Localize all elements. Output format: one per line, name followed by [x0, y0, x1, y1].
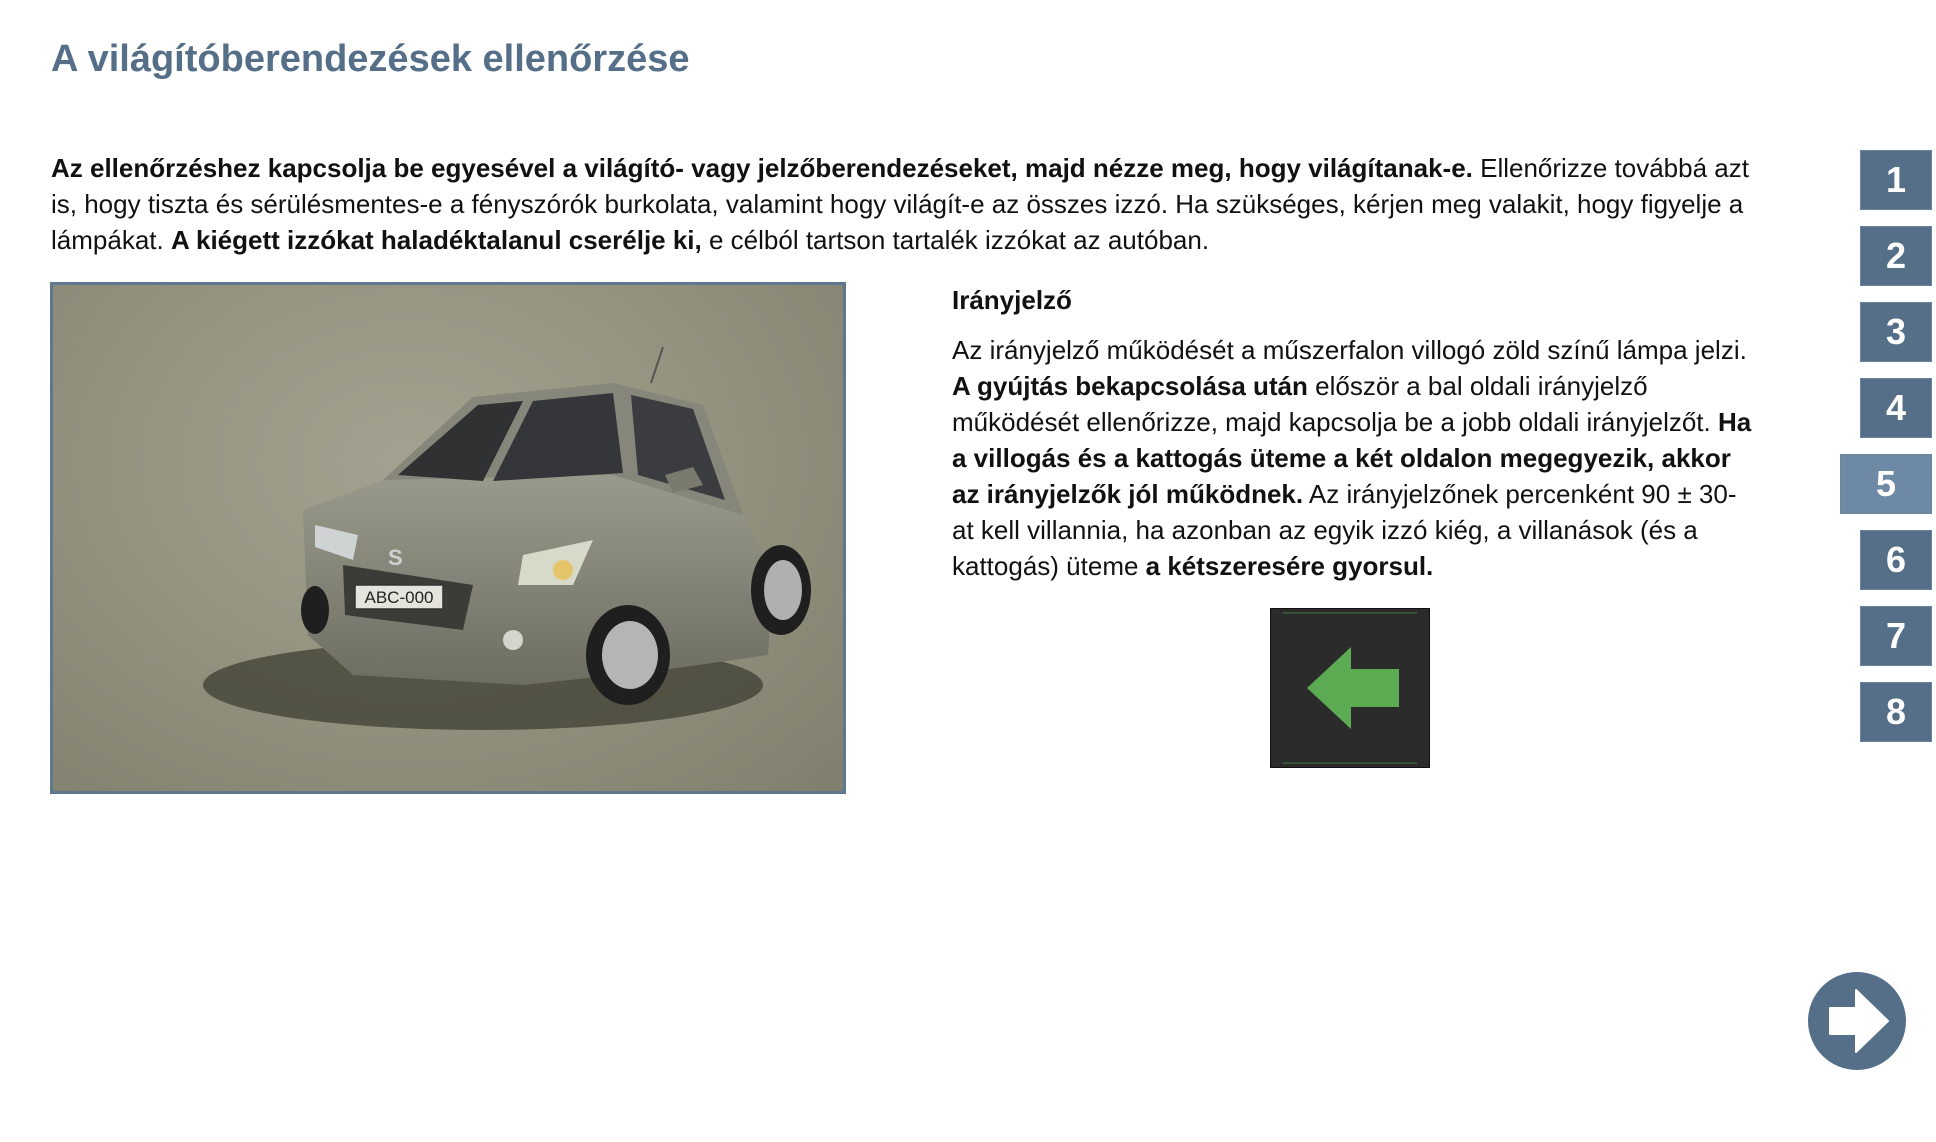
car-illustration: S ABC-000	[203, 346, 811, 730]
nav-item-3[interactable]: 3	[1860, 302, 1932, 362]
nav-item-4[interactable]: 4	[1860, 378, 1932, 438]
section-text: Az irányjelző működését a műszerfalon vi…	[952, 335, 1747, 365]
turn-signal-section: Irányjelző Az irányjelző működését a műs…	[952, 282, 1752, 584]
arrow-right-icon	[1829, 989, 1889, 1053]
page-title: A világítóberendezések ellenőrzése	[51, 38, 690, 80]
section-text: A gyújtás bekapcsolása után	[952, 371, 1308, 401]
nav-item-2[interactable]: 2	[1860, 226, 1932, 286]
license-plate-text: ABC-000	[365, 588, 434, 607]
next-button[interactable]	[1808, 972, 1906, 1070]
nav-item-5[interactable]: 5	[1840, 454, 1932, 514]
car-photo: S ABC-000	[50, 282, 846, 794]
turn-signal-left-arrow-icon	[1270, 608, 1430, 768]
nav-item-8[interactable]: 8	[1860, 682, 1932, 742]
nav-item-7[interactable]: 7	[1860, 606, 1932, 666]
section-body: Az irányjelző működését a műszerfalon vi…	[952, 332, 1752, 584]
intro-part: A kiégett izzókat haladéktalanul cserélj…	[170, 225, 702, 255]
intro-part: e célból tartson tartalék izzókat az aut…	[701, 225, 1210, 255]
intro-part: Az ellenőrzéshez kapcsolja be egyesével …	[51, 153, 1473, 183]
nav-item-1[interactable]: 1	[1860, 150, 1932, 210]
nav-item-6[interactable]: 6	[1860, 530, 1932, 590]
section-text: a kétszeresére gyorsul.	[1145, 551, 1434, 581]
brand-logo: S	[388, 545, 403, 570]
section-title: Irányjelző	[952, 285, 1072, 315]
intro-paragraph: Az ellenőrzéshez kapcsolja be egyesével …	[51, 150, 1751, 258]
